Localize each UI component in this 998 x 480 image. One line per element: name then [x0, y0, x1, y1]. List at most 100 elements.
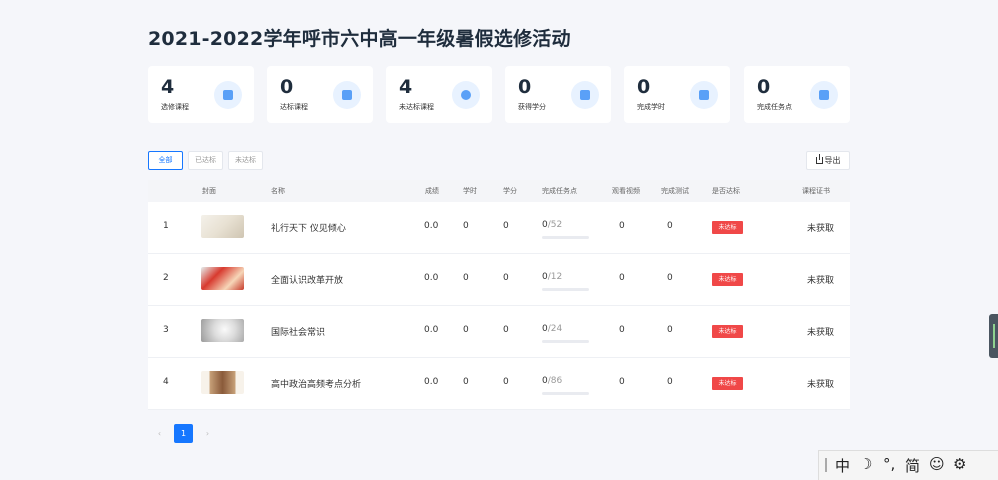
next-page-button[interactable]: ›: [198, 424, 217, 443]
ime-simplified-button[interactable]: 简: [905, 455, 920, 476]
table-row[interactable]: 4 高中政治高频考点分析 0.0 0 0 0/86 0 0 未达标 未获取: [148, 358, 850, 410]
th-tasks: 完成任务点: [542, 187, 577, 195]
table-row[interactable]: 1 礼行天下 仪见倾心 0.0 0 0 0/52 0 0 未达标 未获取: [148, 202, 850, 254]
stat-label: 未达标课程: [399, 103, 434, 111]
table-row[interactable]: 2 全面认识改革开放 0.0 0 0 0/12 0 0 未达标 未获取: [148, 254, 850, 306]
stat-value: 0: [757, 76, 771, 98]
course-hours: 0: [463, 325, 469, 335]
row-index: 4: [163, 377, 169, 387]
course-name[interactable]: 全面认识改革开放: [271, 273, 343, 286]
task-progress-bar: [542, 340, 589, 343]
stat-label: 选修课程: [161, 103, 189, 111]
stat-value: 0: [637, 76, 651, 98]
check-icon: [342, 90, 352, 100]
stat-card-elective: 4 选修课程: [148, 66, 254, 123]
table-row[interactable]: 3 国际社会常识 0.0 0 0 0/24 0 0 未达标 未获取: [148, 306, 850, 358]
course-cover-image[interactable]: [201, 319, 244, 342]
page-title: 2021-2022学年呼市六中高一年级暑假选修活动: [148, 28, 571, 50]
course-score: 0.0: [424, 325, 439, 335]
th-credits: 学分: [503, 187, 517, 195]
course-hours: 0: [463, 221, 469, 231]
course-videos: 0: [619, 377, 625, 387]
stat-label: 完成学时: [637, 103, 665, 111]
stat-card-passed: 0 达标课程: [267, 66, 373, 123]
course-videos: 0: [619, 325, 625, 335]
course-name[interactable]: 高中政治高频考点分析: [271, 377, 361, 390]
calendar-icon: [699, 90, 709, 100]
ime-punctuation-button[interactable]: °,: [883, 455, 895, 473]
course-credits: 0: [503, 325, 509, 335]
page-1-button[interactable]: 1: [174, 424, 193, 443]
course-hours: 0: [463, 377, 469, 387]
ime-mode-button[interactable]: 中: [835, 455, 850, 476]
course-tests: 0: [667, 325, 673, 335]
stat-card-not-passed: 4 未达标课程: [386, 66, 492, 123]
table-header: 封面 名称 成绩 学时 学分 完成任务点 观看视频 完成测试 是否达标 课程证书: [148, 180, 850, 202]
stat-value: 0: [280, 76, 294, 98]
course-credits: 0: [503, 221, 509, 231]
settings-icon[interactable]: ⚙: [953, 455, 966, 473]
th-passed: 是否达标: [712, 187, 740, 195]
stats-row: 4 选修课程 0 达标课程 4 未达标课程 0 获得学分 0 完成学时 0 完成…: [148, 66, 850, 123]
course-score: 0.0: [424, 221, 439, 231]
th-cover: 封面: [202, 187, 216, 195]
stat-value: 4: [399, 76, 413, 98]
side-panel-handle[interactable]: [989, 314, 998, 358]
course-credits: 0: [503, 273, 509, 283]
course-videos: 0: [619, 273, 625, 283]
th-name: 名称: [271, 187, 285, 195]
task-progress-text: 0/86: [542, 376, 563, 386]
filter-tab-passed[interactable]: 已达标: [188, 151, 223, 170]
stat-label: 达标课程: [280, 103, 308, 111]
status-badge: 未达标: [712, 221, 743, 234]
status-badge: 未达标: [712, 377, 743, 390]
course-table: 封面 名称 成绩 学时 学分 完成任务点 观看视频 完成测试 是否达标 课程证书…: [148, 180, 850, 410]
export-icon: [815, 154, 823, 164]
course-score: 0.0: [424, 377, 439, 387]
course-certificate: 未获取: [807, 276, 835, 286]
course-name[interactable]: 礼行天下 仪见倾心: [271, 221, 346, 234]
stat-value: 4: [161, 76, 175, 98]
emoji-icon[interactable]: ☺: [929, 455, 945, 473]
export-button[interactable]: 导出: [806, 151, 850, 170]
moon-icon[interactable]: ☽: [859, 455, 872, 473]
course-tests: 0: [667, 273, 673, 283]
credit-icon: [580, 90, 590, 100]
course-certificate: 未获取: [807, 380, 835, 390]
course-cover-image[interactable]: [201, 215, 244, 238]
export-label: 导出: [824, 156, 841, 165]
stat-label: 获得学分: [518, 103, 546, 111]
th-score: 成绩: [425, 187, 439, 195]
close-circle-icon: [461, 90, 471, 100]
th-tests: 完成测试: [661, 187, 689, 195]
filter-tab-all[interactable]: 全部: [148, 151, 183, 170]
status-badge: 未达标: [712, 273, 743, 286]
row-index: 3: [163, 325, 169, 335]
stat-card-tasks: 0 完成任务点: [744, 66, 850, 123]
course-certificate: 未获取: [807, 328, 835, 338]
th-certificate: 课程证书: [802, 187, 830, 195]
ime-drag-handle[interactable]: [825, 458, 827, 472]
stat-card-credits: 0 获得学分: [505, 66, 611, 123]
th-hours: 学时: [463, 187, 477, 195]
row-index: 1: [163, 221, 169, 231]
course-cover-image[interactable]: [201, 371, 244, 394]
course-tests: 0: [667, 377, 673, 387]
task-progress-text: 0/24: [542, 324, 563, 334]
course-name[interactable]: 国际社会常识: [271, 325, 325, 338]
prev-page-button[interactable]: ‹: [150, 424, 169, 443]
status-badge: 未达标: [712, 325, 743, 338]
stat-card-hours: 0 完成学时: [624, 66, 730, 123]
task-progress-bar: [542, 236, 589, 239]
stat-label: 完成任务点: [757, 103, 792, 111]
course-tests: 0: [667, 221, 673, 231]
course-videos: 0: [619, 221, 625, 231]
th-videos: 观看视频: [612, 187, 640, 195]
course-credits: 0: [503, 377, 509, 387]
ime-toolbar: 中 ☽ °, 简 ☺ ⚙: [818, 450, 998, 480]
task-icon: [819, 90, 829, 100]
task-progress-bar: [542, 392, 589, 395]
task-progress-text: 0/52: [542, 220, 563, 230]
filter-tab-not-passed[interactable]: 未达标: [228, 151, 263, 170]
course-cover-image[interactable]: [201, 267, 244, 290]
